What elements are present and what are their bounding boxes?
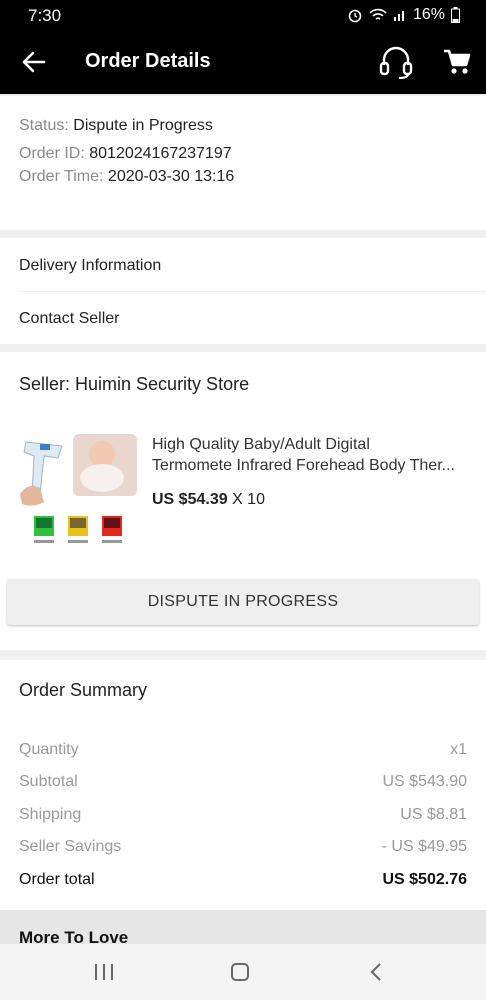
order-summary-title: Order Summary — [19, 680, 148, 700]
product-thumbnail[interactable] — [18, 432, 140, 554]
summary-row-quantity: Quantity x1 — [19, 741, 467, 759]
summary-label: Seller Savings — [19, 838, 122, 855]
battery-icon — [451, 7, 460, 23]
dispute-in-progress-button[interactable]: DISPUTE IN PROGRESS — [7, 579, 479, 625]
headset-icon[interactable] — [378, 45, 414, 79]
nav-back-icon[interactable] — [368, 962, 384, 982]
app-bar: Order Details — [0, 30, 486, 94]
signal-icon — [393, 11, 404, 21]
product-price-row: US $54.39 X 10 — [152, 491, 265, 509]
order-id-value: 8012024167237197 — [89, 145, 232, 162]
summary-row-seller-savings: Seller Savings - US $49.95 — [19, 838, 467, 856]
contact-seller-link[interactable]: Contact Seller — [19, 310, 120, 328]
divider — [19, 291, 486, 292]
product-name-line-1: High Quality Baby/Adult Digital — [152, 436, 370, 453]
cart-icon[interactable] — [442, 47, 472, 77]
seller-name[interactable]: Seller: Huimin Security Store — [19, 374, 249, 395]
summary-row-order-total: Order total US $502.76 — [19, 871, 467, 889]
order-summary-card: Order Summary Quantity x1 Subtotal US $5… — [0, 660, 486, 910]
order-status-card: Status: Dispute in Progress Order ID: 80… — [0, 96, 486, 230]
order-id-row: Order ID: 8012024167237197 — [19, 145, 232, 163]
product-name[interactable]: High Quality Baby/Adult Digital Termomet… — [152, 434, 472, 476]
summary-value: x1 — [450, 741, 467, 758]
delivery-information-link[interactable]: Delivery Information — [19, 257, 161, 275]
summary-label: Quantity — [19, 741, 79, 758]
order-time-row: Order Time: 2020-03-30 13:16 — [19, 168, 234, 186]
status-value: Dispute in Progress — [73, 117, 213, 134]
summary-value: - US $49.95 — [381, 838, 467, 855]
summary-row-subtotal: Subtotal US $543.90 — [19, 773, 467, 791]
product-price: US $54.39 — [152, 491, 228, 508]
page-title: Order Details — [85, 50, 211, 72]
product-name-line-2: Termomete Infrared Forehead Body Ther... — [152, 457, 455, 474]
home-icon[interactable] — [231, 963, 249, 981]
order-time-value: 2020-03-30 13:16 — [107, 168, 235, 185]
order-id-label: Order ID: — [19, 145, 85, 162]
back-arrow-icon[interactable] — [20, 48, 48, 76]
product-card: Seller: Huimin Security Store High Quali… — [0, 352, 486, 650]
system-nav-bar — [0, 944, 486, 1000]
summary-value: US $502.76 — [382, 871, 467, 888]
battery-percent: 16% — [412, 6, 445, 23]
more-to-love-section: More To Love — [0, 910, 486, 947]
recent-apps-icon[interactable] — [93, 964, 115, 980]
status-icons: 16% — [347, 6, 460, 24]
summary-value: US $8.81 — [400, 806, 467, 823]
summary-label: Shipping — [19, 806, 82, 823]
status-row: Status: Dispute in Progress — [19, 117, 213, 135]
summary-label: Order total — [19, 871, 95, 888]
summary-label: Subtotal — [19, 773, 78, 790]
summary-value: US $543.90 — [382, 773, 467, 790]
status-time: 7:30 — [28, 6, 62, 25]
order-time-label: Order Time: — [19, 168, 104, 185]
status-bar: 7:30 16% — [0, 0, 486, 30]
order-links-card: Delivery Information Contact Seller — [0, 238, 486, 344]
summary-row-shipping: Shipping US $8.81 — [19, 806, 467, 824]
status-label: Status: — [19, 117, 69, 134]
product-quantity: X 10 — [232, 491, 265, 508]
wifi-icon — [369, 8, 387, 20]
alarm-icon — [348, 9, 362, 23]
